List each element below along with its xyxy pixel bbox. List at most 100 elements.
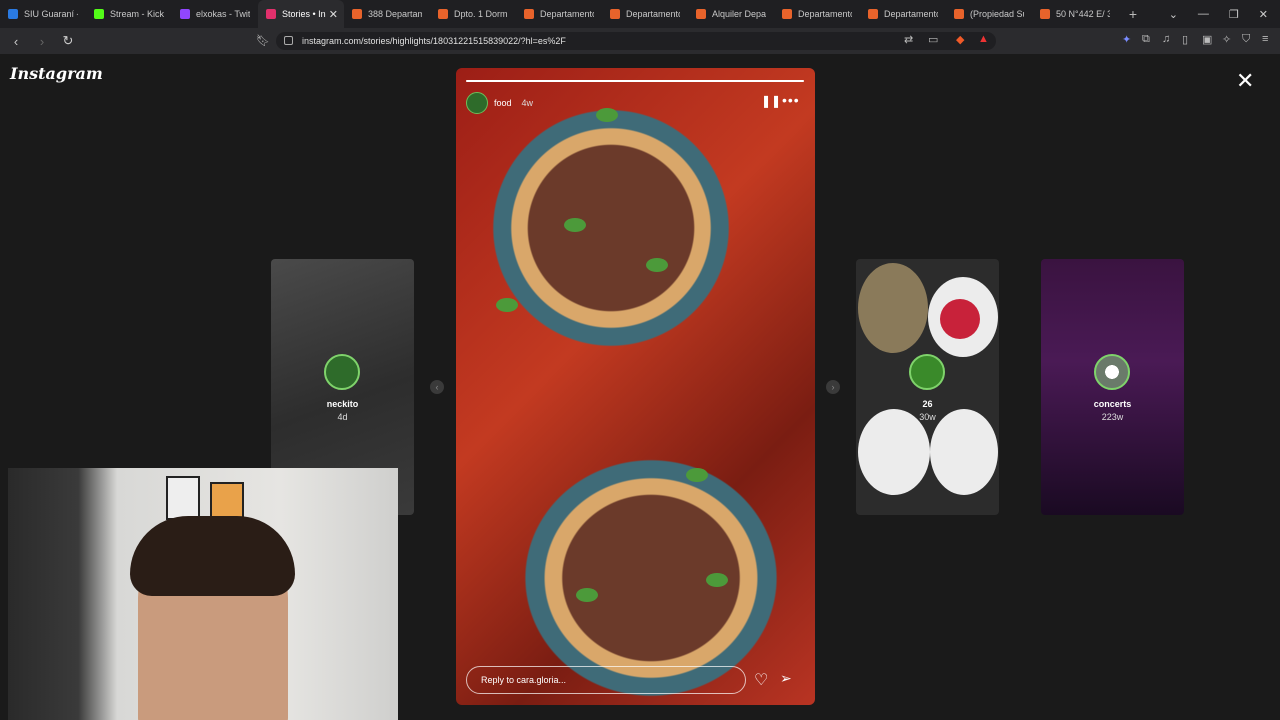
story-username[interactable]: food [494,98,512,108]
streamer-hair [130,516,295,596]
browser-tab[interactable]: Departamento [860,0,946,28]
translate-icon[interactable]: ⇄ [904,33,913,46]
prev-story-icon[interactable]: ‹ [430,380,444,394]
plate-image [858,263,928,353]
tab-label: Departamento [798,9,852,19]
browser-tab[interactable]: SIU Guaraní - A [0,0,86,28]
leo-icon[interactable]: ✧ [1222,33,1231,46]
preview-name: concerts [1093,399,1132,409]
window-close-icon[interactable]: ✕ [1259,8,1268,21]
reload-icon[interactable]: ↻ [58,33,78,49]
story-header: food 4w [466,92,533,114]
tab-label: Stories • In [282,9,326,19]
tab-favicon-icon [8,9,18,19]
tab-favicon-icon [868,9,878,19]
minimize-icon[interactable]: — [1198,8,1209,20]
extension-icon[interactable]: ✦ [1122,33,1131,46]
browser-tab[interactable]: Dpto. 1 Dorm [430,0,516,28]
story-preview-26[interactable]: 26 30w [856,259,999,515]
tab-favicon-icon [438,9,448,19]
tab-favicon-icon [180,9,190,19]
back-icon[interactable]: ‹ [6,34,26,49]
brave-shield-icon[interactable]: ◆ [956,33,964,46]
tab-favicon-icon [266,9,276,19]
restore-icon[interactable]: ❐ [1229,8,1239,21]
plate-image [940,299,980,339]
tab-favicon-icon [524,9,534,19]
send-icon[interactable]: ➢ [780,670,792,687]
browser-tab[interactable]: (Propiedad Sur [946,0,1032,28]
puzzle-icon[interactable]: ⧉ [1142,33,1150,46]
tab-favicon-icon [696,9,706,19]
sidebar-icon[interactable]: ▯ [1182,33,1188,46]
rewards-icon[interactable]: ▲ [978,33,989,45]
avatar [1094,354,1130,390]
tab-label: 388 Departame [368,9,422,19]
browser-tab[interactable]: elxokas - Twitc [172,0,258,28]
tab-favicon-icon [352,9,362,19]
forward-icon[interactable]: › [32,34,52,49]
tab-label: Alquiler Depar [712,9,766,19]
tab-label: (Propiedad Sur [970,9,1024,19]
basil-leaf [686,468,708,482]
like-heart-icon[interactable]: ♡ [754,670,768,690]
tab-close-icon[interactable]: ✕ [329,8,338,21]
window-controls: ⌄ — ❐ ✕ [1169,0,1280,28]
basil-leaf [496,298,518,312]
vpn-icon[interactable]: ⛉ [1242,33,1250,46]
browser-tab[interactable]: Alquiler Depar [688,0,774,28]
preview-time: 4d [337,412,348,422]
browser-tab[interactable]: Departamento [516,0,602,28]
avatar [909,354,945,390]
instagram-logo[interactable]: Instagram [10,64,103,83]
wallet-icon[interactable]: ▣ [1202,33,1212,46]
story-progress-bar [466,80,804,82]
url-field[interactable]: instagram.com/stories/highlights/1803122… [276,32,996,50]
tab-label: Departamento [540,9,594,19]
reply-input[interactable]: Reply to cara.gloria... [466,666,746,694]
story-time: 4w [521,98,534,108]
music-icon[interactable]: ♫ [1162,33,1170,45]
tab-label: Stream - Kick L [110,9,164,19]
tab-label: SIU Guaraní - A [24,9,78,19]
basil-leaf [576,588,598,602]
wall-poster [166,476,200,520]
story-viewer[interactable]: food 4w ❚❚ ••• Reply to cara.gloria... ♡… [456,68,815,705]
browser-tab[interactable]: Stream - Kick L [86,0,172,28]
basil-leaf [706,573,728,587]
cast-icon[interactable]: ▭ [928,33,938,46]
url-text: instagram.com/stories/highlights/1803122… [302,36,566,46]
basil-leaf [564,218,586,232]
preview-time: 223w [1101,412,1124,422]
tab-label: elxokas - Twitc [196,9,250,19]
tab-favicon-icon [782,9,792,19]
avatar [324,354,360,390]
next-story-icon[interactable]: › [826,380,840,394]
browser-tab[interactable]: Departamento [774,0,860,28]
browser-tab[interactable]: Departamento [602,0,688,28]
tab-label: Dpto. 1 Dorm [454,9,508,19]
basil-leaf [596,108,618,122]
pause-icon[interactable]: ❚❚ [761,94,781,108]
story-progress-fill [466,80,804,82]
new-tab-icon[interactable]: + [1118,6,1148,22]
tab-bar: SIU Guaraní - A Stream - Kick L elxokas - … [0,0,1280,28]
preview-name: 26 [922,399,933,409]
tab-label: 50 N°442 E/ 3 [1056,9,1110,19]
browser-tab[interactable]: 388 Departame [344,0,430,28]
webcam-overlay [8,468,398,720]
story-preview-concerts[interactable]: concerts 223w [1041,259,1184,515]
tab-favicon-icon [610,9,620,19]
tab-list-icon[interactable]: ⌄ [1169,8,1178,21]
avatar[interactable] [466,92,488,114]
close-stories-icon[interactable]: ✕ [1236,68,1254,94]
bookmark-icon[interactable]: 🔖︎ [256,34,270,47]
menu-icon[interactable]: ≡ [1262,33,1268,45]
browser-tab[interactable]: Stories • In ✕ [258,0,344,28]
address-bar: ‹ › ↻ 🔖︎ instagram.com/stories/highlight… [0,28,1280,54]
site-info-icon[interactable] [284,36,293,45]
browser-tab[interactable]: 50 N°442 E/ 3 [1032,0,1118,28]
more-options-icon[interactable]: ••• [782,92,800,108]
tab-favicon-icon [1040,9,1050,19]
preview-time: 30w [919,412,936,422]
